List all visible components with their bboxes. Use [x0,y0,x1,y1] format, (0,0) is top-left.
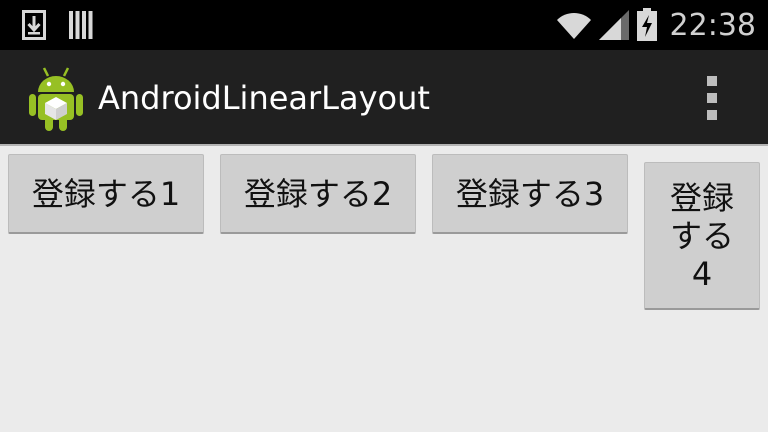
battery-charging-icon [636,8,658,42]
register-button-3-label: 登録する3 [455,174,605,213]
signal-icon [598,9,630,41]
overflow-dot [707,110,717,120]
storage-icon [68,10,94,40]
register-button-3[interactable]: 登録する3 [432,154,628,234]
clock: 22:38 [669,7,756,43]
register-button-4[interactable]: 登録する4 [644,162,760,310]
wifi-icon [556,10,592,40]
overflow-menu-icon[interactable] [700,76,724,120]
register-button-1-label: 登録する1 [31,174,181,213]
android-robot-icon[interactable] [26,64,86,132]
register-button-2-label: 登録する2 [243,174,393,213]
download-icon [22,10,46,40]
status-left-icons [22,10,94,40]
status-right-icons: 22:38 [556,6,756,44]
overflow-dot [707,76,717,86]
register-button-1[interactable]: 登録する1 [8,154,204,234]
linear-layout-content: 登録する1 登録する2 登録する3 登録する4 [0,146,768,432]
status-bar: 22:38 [0,0,768,50]
register-button-2[interactable]: 登録する2 [220,154,416,234]
action-bar: AndroidLinearLayout [0,50,768,146]
overflow-dot [707,93,717,103]
register-button-4-label: 登録する4 [669,178,734,293]
app-title: AndroidLinearLayout [98,79,430,117]
